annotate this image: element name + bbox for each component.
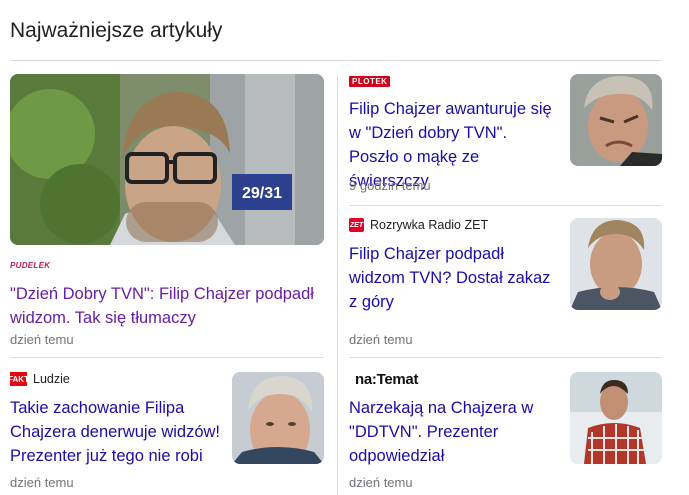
article-thumbnail[interactable]: 29/31	[10, 74, 324, 245]
natemat-logo-icon: na:Temat	[355, 370, 419, 388]
section-title: Najważniejsze artykuły	[10, 19, 223, 42]
radio-zet-logo-icon: ZET	[349, 218, 364, 232]
article-source: FAKT Ludzie	[8, 372, 70, 386]
article-thumbnail[interactable]	[570, 218, 662, 310]
article-thumbnail[interactable]	[232, 372, 324, 464]
article-source: na:Temat	[355, 370, 419, 388]
pudelek-logo-icon: PUDELEK	[10, 260, 51, 270]
article-headline[interactable]: Takie zachowanie Filipa Chajzera denerwu…	[10, 396, 225, 468]
article-headline[interactable]: Filip Chajzer podpadł widzom TVN? Dostał…	[349, 242, 561, 314]
article-thumbnail[interactable]	[570, 74, 662, 166]
row-divider	[349, 357, 662, 358]
street-sign-text: 29/31	[242, 185, 282, 202]
article-thumbnail[interactable]	[570, 372, 662, 464]
article-headline[interactable]: "Dzień Dobry TVN": Filip Chajzer podpadł…	[10, 282, 320, 330]
article-headline[interactable]: Narzekają na Chajzera w "DDTVN". Prezent…	[349, 396, 561, 468]
source-name: Rozrywka Radio ZET	[370, 218, 489, 232]
row-divider	[10, 357, 324, 358]
article-time: dzień temu	[349, 332, 413, 347]
article-time: dzień temu	[349, 475, 413, 490]
article-time: 9 godzin temu	[349, 178, 431, 193]
article-source: PUDELEK	[10, 258, 50, 272]
fakt-logo-icon: FAKT	[8, 372, 29, 386]
article-time: dzień temu	[10, 332, 74, 347]
row-divider	[349, 205, 662, 206]
plotek-logo-icon: PLOTEK	[349, 75, 391, 87]
article-source: ZET Rozrywka Radio ZET	[349, 218, 488, 232]
source-name: Ludzie	[33, 372, 70, 386]
title-divider	[10, 60, 662, 61]
column-divider	[337, 75, 338, 495]
article-source: PLOTEK	[349, 74, 391, 88]
article-time: dzień temu	[10, 475, 74, 490]
